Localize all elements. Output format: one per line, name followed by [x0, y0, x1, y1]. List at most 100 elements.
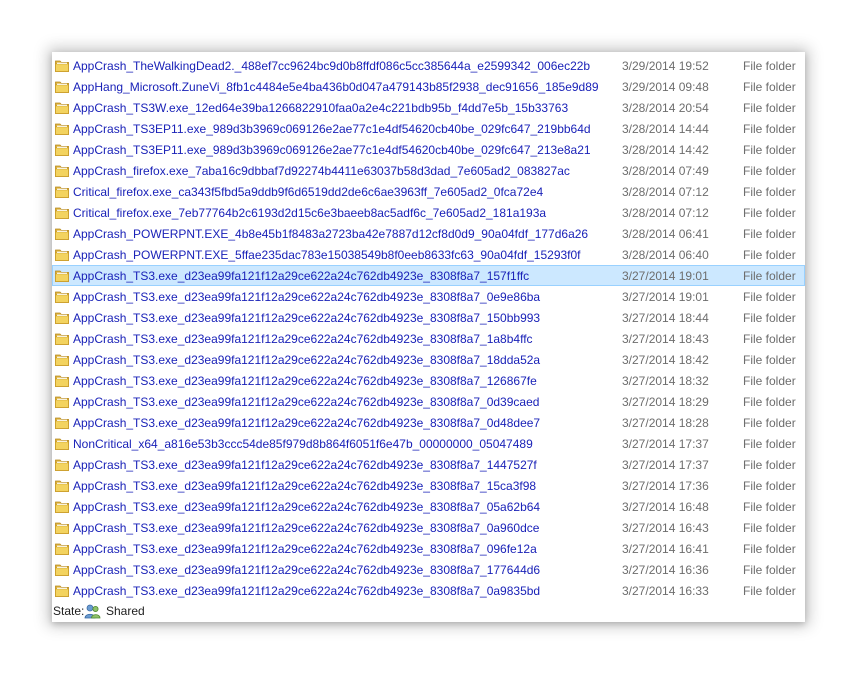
file-name: AppCrash_TS3.exe_d23ea99fa121f12a29ce622…	[73, 500, 541, 514]
folder-icon	[55, 186, 69, 198]
file-row[interactable]: AppCrash_TS3W.exe_12ed64e39ba1266822910f…	[52, 97, 805, 118]
file-type: File folder	[743, 332, 796, 346]
folder-icon	[55, 270, 69, 282]
file-type: File folder	[743, 437, 796, 451]
folder-icon	[55, 249, 69, 261]
file-name: AppCrash_TS3.exe_d23ea99fa121f12a29ce622…	[73, 479, 537, 493]
file-date-modified: 3/27/2014 18:28	[622, 416, 709, 430]
file-date-modified: 3/28/2014 07:49	[622, 164, 709, 178]
file-row[interactable]: AppCrash_TS3.exe_d23ea99fa121f12a29ce622…	[52, 307, 805, 328]
file-row[interactable]: AppCrash_TS3.exe_d23ea99fa121f12a29ce622…	[52, 328, 805, 349]
file-name: Critical_firefox.exe_ca343f5fbd5a9ddb9f6…	[73, 185, 544, 199]
file-date-modified: 3/27/2014 16:33	[622, 584, 709, 598]
file-type: File folder	[743, 269, 796, 283]
folder-icon	[55, 585, 69, 597]
file-name: AppCrash_TS3.exe_d23ea99fa121f12a29ce622…	[73, 521, 540, 535]
folder-icon	[55, 123, 69, 135]
file-type: File folder	[743, 80, 796, 94]
status-state-value: Shared	[106, 604, 145, 618]
file-date-modified: 3/27/2014 18:29	[622, 395, 709, 409]
file-date-modified: 3/27/2014 18:42	[622, 353, 709, 367]
file-row[interactable]: AppCrash_TS3.exe_d23ea99fa121f12a29ce622…	[52, 454, 805, 475]
folder-icon	[55, 396, 69, 408]
file-row[interactable]: AppCrash_TheWalkingDead2._488ef7cc9624bc…	[52, 55, 805, 76]
folder-icon	[55, 312, 69, 324]
file-type: File folder	[743, 122, 796, 136]
file-date-modified: 3/27/2014 17:36	[622, 479, 709, 493]
file-row[interactable]: AppCrash_TS3.exe_d23ea99fa121f12a29ce622…	[52, 580, 805, 601]
file-date-modified: 3/27/2014 19:01	[622, 290, 709, 304]
file-row[interactable]: AppHang_Microsoft.ZuneVi_8fb1c4484e5e4ba…	[52, 76, 805, 97]
folder-icon	[55, 60, 69, 72]
file-type: File folder	[743, 563, 796, 577]
file-name: AppCrash_TS3.exe_d23ea99fa121f12a29ce622…	[73, 332, 533, 346]
file-date-modified: 3/28/2014 06:40	[622, 248, 709, 262]
file-row[interactable]: AppCrash_POWERPNT.EXE_5ffae235dac783e150…	[52, 244, 805, 265]
file-row[interactable]: AppCrash_TS3.exe_d23ea99fa121f12a29ce622…	[52, 349, 805, 370]
file-row[interactable]: AppCrash_TS3EP11.exe_989d3b3969c069126e2…	[52, 118, 805, 139]
file-date-modified: 3/27/2014 16:43	[622, 521, 709, 535]
shared-users-icon	[84, 604, 101, 619]
file-date-modified: 3/27/2014 19:01	[622, 269, 709, 283]
file-type: File folder	[743, 206, 796, 220]
file-date-modified: 3/27/2014 18:43	[622, 332, 709, 346]
file-name: AppCrash_firefox.exe_7aba16c9dbbaf7d9227…	[73, 164, 570, 178]
file-type: File folder	[743, 500, 796, 514]
file-name: AppCrash_TS3.exe_d23ea99fa121f12a29ce622…	[73, 269, 530, 283]
file-name: Critical_firefox.exe_7eb77764b2c6193d2d1…	[73, 206, 547, 220]
file-name: AppCrash_TS3.exe_d23ea99fa121f12a29ce622…	[73, 542, 537, 556]
folder-icon	[55, 564, 69, 576]
file-row[interactable]: Critical_firefox.exe_ca343f5fbd5a9ddb9f6…	[52, 181, 805, 202]
folder-icon	[55, 501, 69, 513]
file-name: AppCrash_TS3.exe_d23ea99fa121f12a29ce622…	[73, 290, 541, 304]
folder-icon	[55, 543, 69, 555]
file-date-modified: 3/27/2014 16:41	[622, 542, 709, 556]
folder-icon	[55, 480, 69, 492]
file-row[interactable]: AppCrash_TS3.exe_d23ea99fa121f12a29ce622…	[52, 517, 805, 538]
file-date-modified: 3/27/2014 17:37	[622, 458, 709, 472]
file-type: File folder	[743, 395, 796, 409]
file-name: AppCrash_TheWalkingDead2._488ef7cc9624bc…	[73, 59, 591, 73]
file-row[interactable]: AppCrash_TS3.exe_d23ea99fa121f12a29ce622…	[52, 538, 805, 559]
explorer-window: AppCrash_TheWalkingDead2._488ef7cc9624bc…	[52, 52, 805, 622]
file-type: File folder	[743, 458, 796, 472]
file-row[interactable]: AppCrash_TS3.exe_d23ea99fa121f12a29ce622…	[52, 286, 805, 307]
status-state-label: State:	[53, 604, 85, 618]
folder-icon	[55, 228, 69, 240]
file-row[interactable]: AppCrash_TS3.exe_d23ea99fa121f12a29ce622…	[52, 391, 805, 412]
folder-icon	[55, 291, 69, 303]
folder-icon	[55, 207, 69, 219]
file-name: AppCrash_TS3.exe_d23ea99fa121f12a29ce622…	[73, 584, 541, 598]
folder-icon	[55, 354, 69, 366]
file-row[interactable]: NonCritical_x64_a816e53b3ccc54de85f979d8…	[52, 433, 805, 454]
file-type: File folder	[743, 185, 796, 199]
file-type: File folder	[743, 101, 796, 115]
file-row[interactable]: AppCrash_TS3.exe_d23ea99fa121f12a29ce622…	[52, 496, 805, 517]
file-date-modified: 3/27/2014 16:48	[622, 500, 709, 514]
file-date-modified: 3/28/2014 20:54	[622, 101, 709, 115]
file-type: File folder	[743, 59, 796, 73]
file-date-modified: 3/27/2014 18:44	[622, 311, 709, 325]
file-date-modified: 3/28/2014 06:41	[622, 227, 709, 241]
file-type: File folder	[743, 164, 796, 178]
file-row[interactable]: Critical_firefox.exe_7eb77764b2c6193d2d1…	[52, 202, 805, 223]
file-type: File folder	[743, 311, 796, 325]
file-row[interactable]: AppCrash_TS3.exe_d23ea99fa121f12a29ce622…	[52, 559, 805, 580]
file-row[interactable]: AppCrash_TS3.exe_d23ea99fa121f12a29ce622…	[52, 412, 805, 433]
file-row[interactable]: AppCrash_TS3.exe_d23ea99fa121f12a29ce622…	[52, 265, 805, 286]
file-date-modified: 3/28/2014 14:42	[622, 143, 709, 157]
file-name: AppCrash_TS3.exe_d23ea99fa121f12a29ce622…	[73, 563, 541, 577]
file-row[interactable]: AppCrash_TS3EP11.exe_989d3b3969c069126e2…	[52, 139, 805, 160]
file-name: AppCrash_POWERPNT.EXE_5ffae235dac783e150…	[73, 248, 581, 262]
folder-icon	[55, 333, 69, 345]
file-name: AppCrash_TS3.exe_d23ea99fa121f12a29ce622…	[73, 353, 541, 367]
file-type: File folder	[743, 248, 796, 262]
file-date-modified: 3/27/2014 17:37	[622, 437, 709, 451]
file-list: AppCrash_TheWalkingDead2._488ef7cc9624bc…	[52, 55, 805, 601]
file-type: File folder	[743, 143, 796, 157]
file-row[interactable]: AppCrash_POWERPNT.EXE_4b8e45b1f8483a2723…	[52, 223, 805, 244]
file-row[interactable]: AppCrash_TS3.exe_d23ea99fa121f12a29ce622…	[52, 370, 805, 391]
file-row[interactable]: AppCrash_firefox.exe_7aba16c9dbbaf7d9227…	[52, 160, 805, 181]
file-row[interactable]: AppCrash_TS3.exe_d23ea99fa121f12a29ce622…	[52, 475, 805, 496]
file-date-modified: 3/28/2014 07:12	[622, 206, 709, 220]
